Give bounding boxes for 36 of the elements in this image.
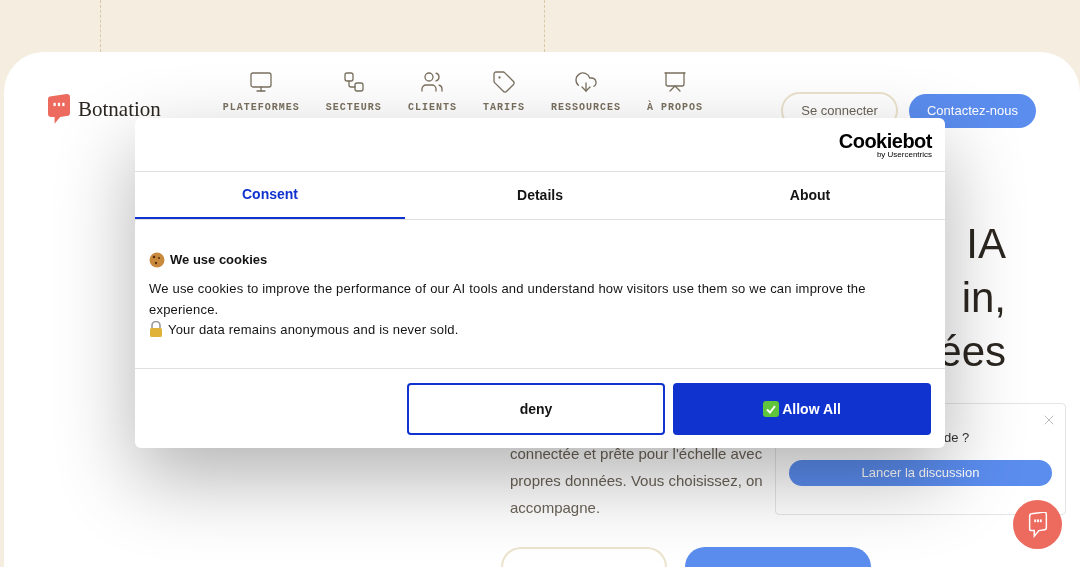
- people-icon: [420, 70, 445, 94]
- nav-link[interactable]: RESSOURCES: [548, 70, 623, 115]
- dialog-tab[interactable]: Consent: [135, 172, 405, 219]
- brand-logo-icon: [48, 94, 70, 126]
- hero-paragraph-line: connectée et prête pour l'échelle avec: [510, 444, 763, 464]
- nav-link[interactable]: PLATEFORMES: [220, 70, 302, 115]
- nav-link[interactable]: À PROPOS: [644, 70, 705, 115]
- dialog-text: We use cookies to improve the performance of our AI tools and understand how visitors use them so we can improve the experience.: [149, 279, 867, 319]
- brand-name: Botnation: [78, 96, 161, 123]
- check-icon: [763, 401, 780, 417]
- chat-question: de ?: [944, 429, 971, 447]
- start-chat-button[interactable]: Lancer la discussion: [789, 459, 1052, 486]
- dialog-note: Your data remains anonymous and is never sold.: [168, 320, 459, 339]
- deny-button[interactable]: deny: [407, 383, 665, 435]
- hero-paragraph-line: propres données. Vous choisissez, on: [510, 471, 763, 491]
- contact-button[interactable]: Contactez-nous: [908, 93, 1036, 128]
- hero-heading-line: IA: [966, 219, 1006, 269]
- lock-icon: [149, 321, 163, 338]
- nav-link[interactable]: SECTEURS: [323, 70, 384, 115]
- cloud-download-icon: [573, 70, 598, 94]
- hero-heading-line: in,: [961, 273, 1006, 323]
- cookie-icon: [149, 251, 165, 268]
- nav-link[interactable]: CLIENTS: [405, 70, 459, 115]
- presentation-icon: [662, 70, 687, 94]
- nav-link[interactable]: TARIFS: [480, 70, 527, 115]
- dialog-tab[interactable]: About: [675, 172, 945, 219]
- dialog-title: We use cookies: [170, 251, 268, 269]
- flowchart-icon: [341, 70, 366, 94]
- cookiebot-logo: Cookiebot by Usercentrics: [838, 130, 932, 159]
- allow-all-button[interactable]: Allow All: [673, 383, 931, 435]
- primary-button[interactable]: [685, 547, 871, 567]
- hero-paragraph-line: accompagne.: [510, 498, 601, 518]
- monitor-icon: [249, 70, 274, 94]
- dialog-tab[interactable]: Details: [405, 172, 675, 219]
- tag-icon: [491, 70, 516, 94]
- chat-bubble-icon: [1027, 511, 1048, 538]
